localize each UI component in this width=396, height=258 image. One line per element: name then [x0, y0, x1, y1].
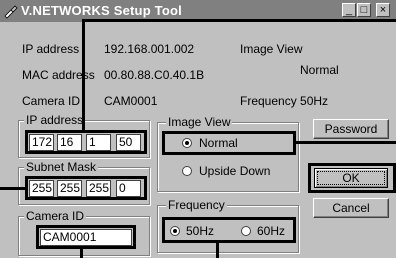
ip-callout-leader: [82, 22, 85, 130]
subnet-octet-2[interactable]: 255: [57, 180, 82, 197]
ip-address-legend: IP address: [24, 113, 86, 127]
image-view-group: [157, 122, 299, 192]
app-icon: [4, 5, 18, 19]
normal-radio[interactable]: [182, 138, 192, 148]
frequency-legend: Frequency: [166, 198, 227, 212]
camera-id-label: Camera ID: [22, 94, 81, 108]
50hz-radio[interactable]: [170, 226, 180, 236]
image-view-callout-leader: [296, 141, 396, 144]
close-icon: ×: [379, 4, 387, 16]
subnet-mask-legend: Subnet Mask: [24, 160, 99, 174]
subnet-callout-leader: [0, 187, 25, 190]
frequency-callout-leader: [216, 243, 219, 258]
close-button[interactable]: ×: [376, 3, 390, 17]
ip-address-value: 192.168.001.002: [104, 42, 195, 56]
subnet-octet-1[interactable]: 255: [29, 180, 54, 197]
camera-id-value: CAM0001: [104, 94, 158, 108]
ip-octet-3[interactable]: 1: [86, 134, 111, 151]
image-view-legend: Image View: [166, 115, 233, 129]
ip-octet-4[interactable]: 50: [116, 134, 141, 151]
minimize-icon: _: [345, 4, 353, 16]
cancel-button[interactable]: Cancel: [313, 198, 389, 218]
subnet-octet-4[interactable]: 0: [116, 180, 141, 197]
minimize-button[interactable]: _: [342, 3, 356, 17]
image-view-label: Image View: [240, 42, 303, 56]
setup-tool-window: V.NETWORKS Setup Tool _ □ × IP address 1…: [0, 0, 396, 258]
mac-address-value: 00.80.88.C0.40.1B: [104, 68, 205, 82]
maximize-button[interactable]: □: [357, 3, 371, 17]
ip-address-label: IP address: [22, 42, 80, 56]
camera-callout-leader: [80, 249, 83, 258]
camera-id-input[interactable]: CAM0001: [40, 229, 132, 246]
top-callout-leader: [82, 19, 396, 22]
camera-id-legend: Camera ID: [24, 209, 87, 223]
60hz-radio[interactable]: [241, 226, 251, 236]
password-button[interactable]: Password: [313, 119, 389, 139]
60hz-radio-label[interactable]: 60Hz: [257, 224, 285, 238]
ip-octet-1[interactable]: 172: [29, 134, 54, 151]
window-title: V.NETWORKS Setup Tool: [21, 3, 182, 18]
frequency-value: Frequency 50Hz: [240, 94, 329, 108]
upside-down-radio[interactable]: [182, 166, 192, 176]
normal-radio-label[interactable]: Normal: [199, 136, 238, 150]
50hz-radio-label[interactable]: 50Hz: [186, 224, 214, 238]
ok-button[interactable]: OK: [314, 168, 388, 188]
upside-down-radio-label[interactable]: Upside Down: [199, 164, 270, 178]
image-view-value: Normal: [300, 63, 339, 77]
maximize-icon: □: [360, 4, 368, 16]
ip-octet-2[interactable]: 16: [57, 134, 82, 151]
subnet-octet-3[interactable]: 255: [86, 180, 111, 197]
